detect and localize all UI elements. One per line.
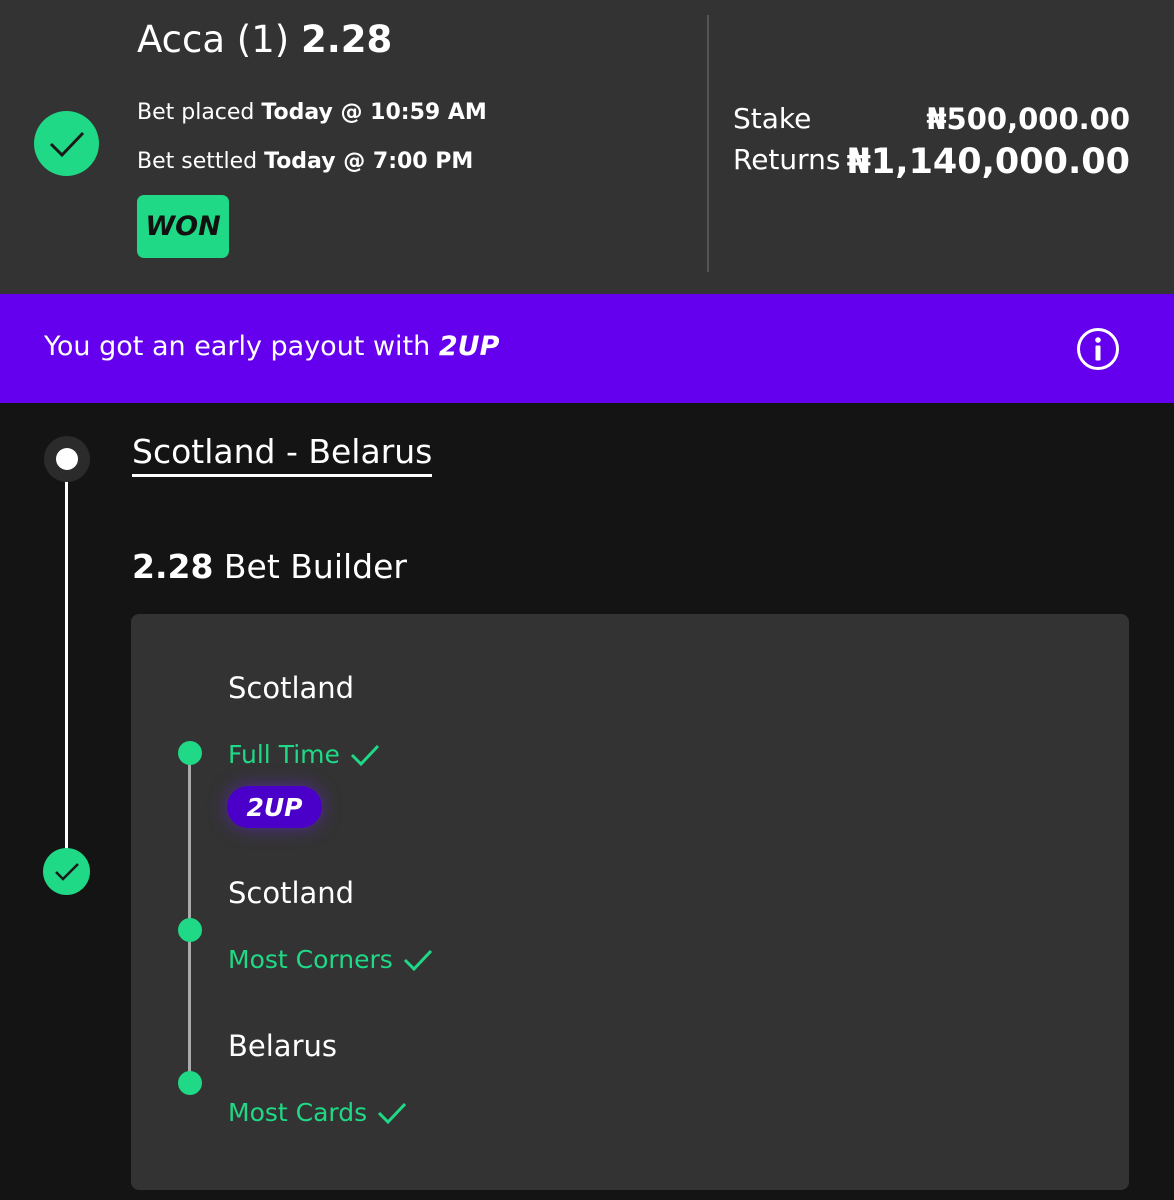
bet-odds: 2.28 <box>300 18 393 61</box>
bet-won-check-icon <box>34 111 99 176</box>
event-won-check-icon <box>43 848 90 895</box>
match-link[interactable]: Scotland - Belarus <box>132 432 433 477</box>
check-icon <box>378 1102 407 1125</box>
header-divider <box>707 15 709 272</box>
bet-settled-time: Today @ 7:00 PM <box>264 149 474 174</box>
stake-label: Stake <box>733 102 812 135</box>
early-payout-brand: 2UP <box>438 331 500 362</box>
bet-builder-odds: 2.28 <box>132 547 214 586</box>
check-icon <box>350 744 379 767</box>
event-start-node <box>44 436 90 482</box>
bet-settled-line: Bet settled Today @ 7:00 PM <box>137 148 473 176</box>
leg-team: Belarus <box>228 1029 337 1063</box>
bet-settled-label: Bet settled <box>137 149 258 174</box>
leg-market: Most Cards <box>228 1097 407 1129</box>
returns-label: Returns <box>733 143 841 176</box>
leg-dot <box>178 1071 202 1095</box>
bet-title: Acca (1) 2.28 <box>137 18 392 62</box>
returns-value: ₦1,140,000.00 <box>846 142 1130 182</box>
early-payout-message: You got an early payout with 2UP <box>44 330 499 364</box>
bet-placed-time: Today @ 10:59 AM <box>261 100 487 125</box>
stake-value: ₦500,000.00 <box>926 102 1130 136</box>
status-badge: WON <box>137 195 229 258</box>
leg-dot <box>178 918 202 942</box>
leg-market: Most Corners <box>228 944 433 976</box>
leg-team: Scotland <box>228 671 355 705</box>
info-icon[interactable] <box>1076 327 1120 371</box>
bet-builder-label: Bet Builder <box>223 547 408 586</box>
leg-market-label: Most Corners <box>228 945 393 974</box>
leg-market-label: Most Cards <box>228 1098 368 1127</box>
bet-builder-title: 2.28 Bet Builder <box>132 547 407 587</box>
bet-placed-line: Bet placed Today @ 10:59 AM <box>137 99 487 127</box>
check-icon <box>403 949 432 972</box>
leg-team: Scotland <box>228 876 355 910</box>
event-timeline-line <box>65 478 68 850</box>
2up-tag: 2UP <box>227 786 322 828</box>
early-payout-text: You got an early payout with <box>44 331 431 362</box>
leg-dot <box>178 741 202 765</box>
leg-market: Full Time <box>228 739 380 771</box>
bet-type: Acca (1) <box>137 18 290 61</box>
bet-placed-label: Bet placed <box>137 100 255 125</box>
leg-market-label: Full Time <box>228 740 340 769</box>
